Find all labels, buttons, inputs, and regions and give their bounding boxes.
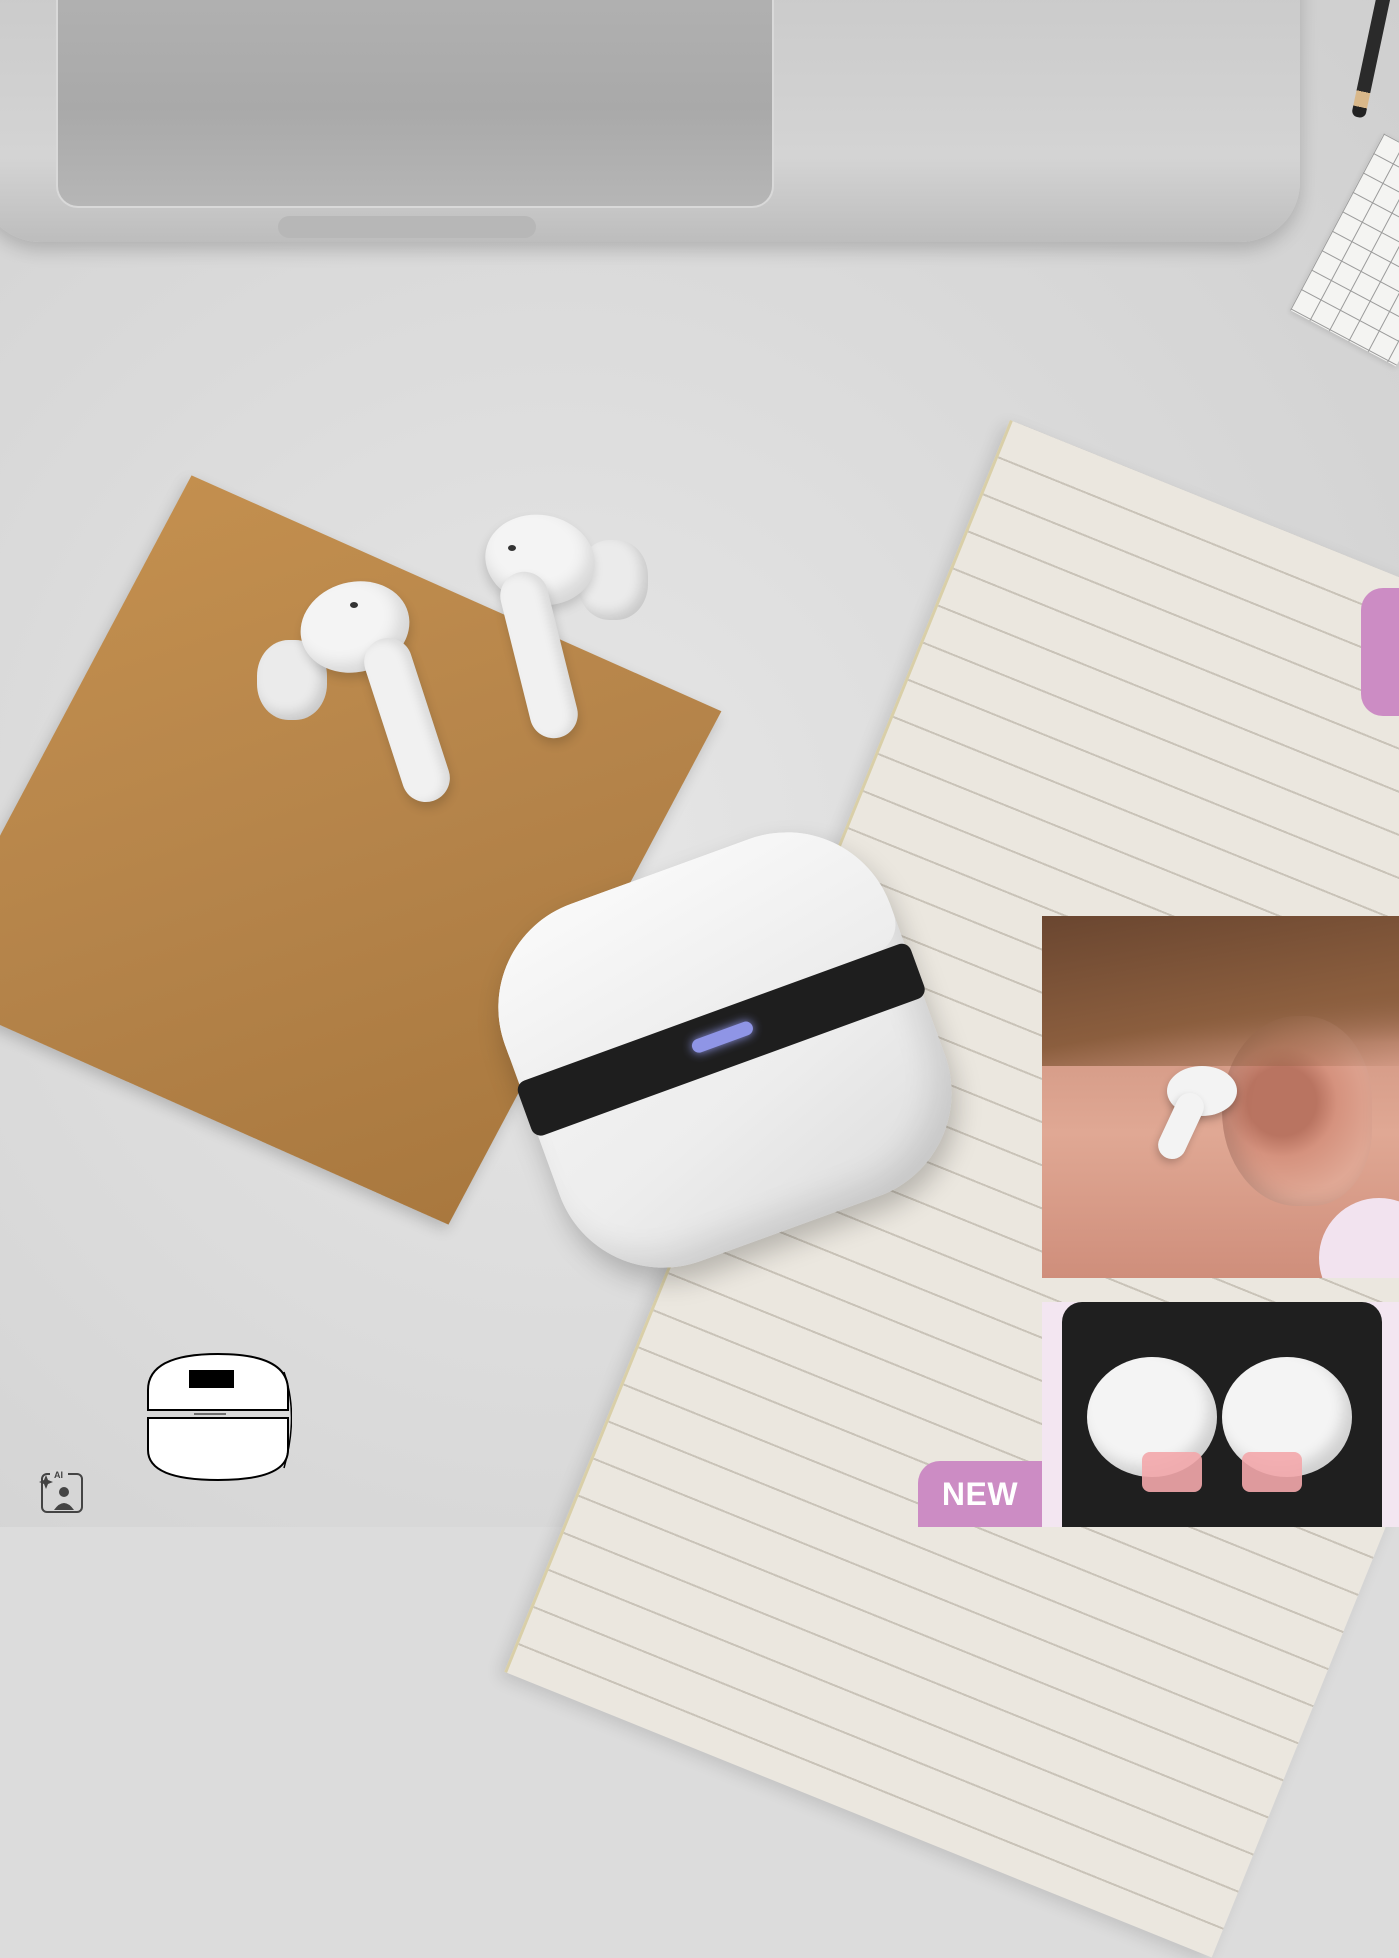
earbuds-case-outline-icon bbox=[147, 1352, 292, 1482]
laptop-notch bbox=[278, 216, 536, 238]
ai-icon-label: AI bbox=[54, 1470, 63, 1480]
ai-image-icon: AI bbox=[39, 1470, 83, 1513]
laptop-trackpad bbox=[56, 0, 774, 208]
open-case-photo bbox=[1042, 1302, 1399, 1527]
new-badge: NEW bbox=[918, 1461, 1042, 1527]
accent-tab bbox=[1361, 588, 1399, 716]
earbud-left bbox=[255, 569, 475, 810]
grid-paper bbox=[1290, 133, 1399, 367]
laptop bbox=[0, 0, 1300, 242]
ear-wearing-photo bbox=[1042, 916, 1399, 1278]
product-scene: NEW AI bbox=[0, 0, 1399, 1958]
pencil bbox=[1351, 0, 1392, 119]
earbud-right bbox=[478, 506, 660, 745]
